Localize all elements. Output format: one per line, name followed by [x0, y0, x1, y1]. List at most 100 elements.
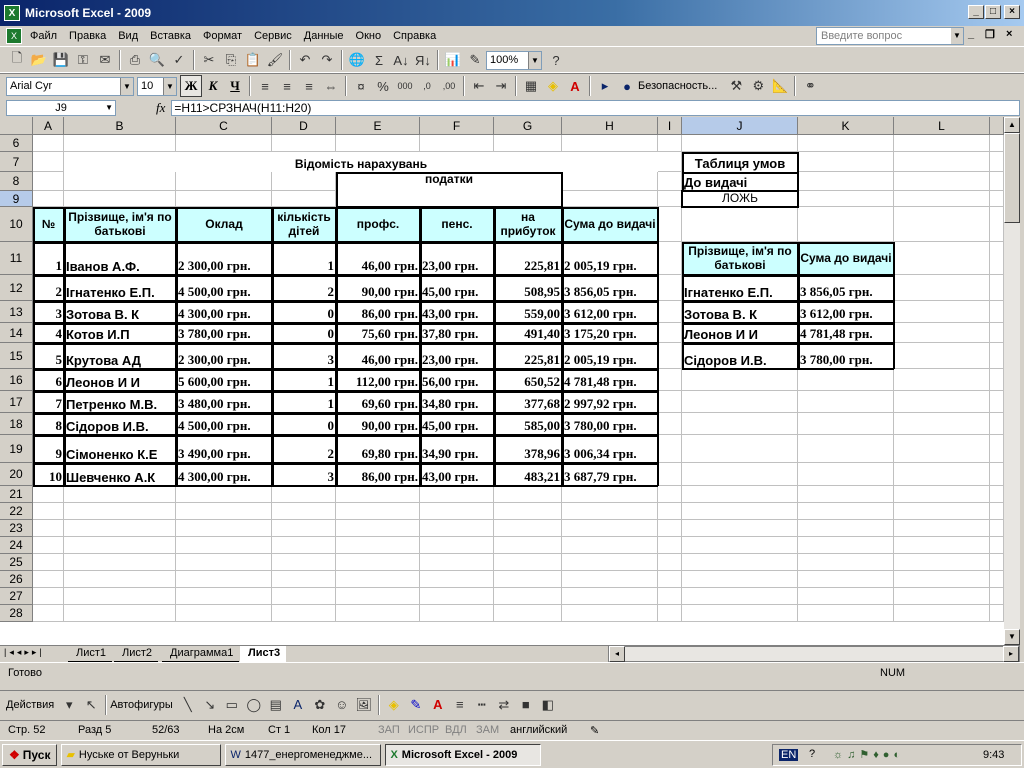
security-button[interactable]: Безопасность... [638, 80, 717, 92]
rectangle-icon[interactable]: ▭ [221, 694, 243, 716]
align-center-icon[interactable]: ≡ [276, 75, 298, 97]
grid-cell[interactable] [33, 172, 64, 191]
grid-cell[interactable] [658, 588, 682, 605]
grid-cell[interactable] [420, 537, 494, 554]
grid-cell[interactable] [494, 537, 562, 554]
workbook-icon[interactable]: X [6, 28, 22, 44]
grid-cell[interactable] [894, 435, 990, 463]
row-header-12[interactable]: 12 [0, 275, 33, 301]
row-header-19[interactable]: 19 [0, 435, 33, 463]
oval-icon[interactable]: ◯ [243, 694, 265, 716]
column-header-c[interactable]: C [176, 117, 272, 135]
arrow-icon[interactable]: ↘ [199, 694, 221, 716]
grid-cell[interactable] [176, 172, 272, 191]
tools-icon[interactable]: ⚙ [747, 75, 769, 97]
grid-cell[interactable] [420, 605, 494, 622]
grid-cell[interactable] [894, 571, 990, 588]
actions-menu[interactable]: Действия [6, 699, 54, 711]
help-icon[interactable]: ? [545, 49, 567, 71]
row-header-21[interactable]: 21 [0, 486, 33, 503]
grid-cell[interactable] [176, 135, 272, 152]
grid-cell[interactable] [420, 486, 494, 503]
grid-cell[interactable] [562, 503, 658, 520]
grid-cell[interactable] [894, 554, 990, 571]
column-header-l[interactable]: L [894, 117, 990, 135]
row-header-20[interactable]: 20 [0, 463, 33, 486]
thousands-icon[interactable]: 000 [394, 75, 416, 97]
clipart-icon[interactable]: ☺ [331, 694, 353, 716]
grid-cell[interactable] [272, 605, 336, 622]
underline-button[interactable]: Ч [224, 75, 246, 97]
row-header-7[interactable]: 7 [0, 152, 33, 172]
grid-cell[interactable] [420, 503, 494, 520]
fill-color-icon[interactable]: ◈ [383, 694, 405, 716]
menu-view[interactable]: Вид [112, 30, 144, 42]
align-right-icon[interactable]: ≡ [298, 75, 320, 97]
grid-cell[interactable] [336, 554, 420, 571]
scroll-left-icon[interactable]: ◂ [609, 646, 625, 662]
menu-edit[interactable]: Правка [63, 30, 112, 42]
print-icon[interactable]: ⎙ [124, 49, 146, 71]
grid-cell[interactable] [176, 486, 272, 503]
grid-cell[interactable] [798, 191, 894, 207]
grid-cell[interactable] [272, 503, 336, 520]
grid-cell[interactable] [798, 554, 894, 571]
grid-cell[interactable] [990, 172, 1004, 191]
grid-cell[interactable] [990, 537, 1004, 554]
grid-cell[interactable] [64, 605, 176, 622]
row-header-11[interactable]: 11 [0, 242, 33, 275]
currency-icon[interactable]: ¤ [350, 75, 372, 97]
horizontal-scrollbar[interactable]: ◂ ▸ [608, 646, 1020, 662]
run-macro-icon[interactable]: ▸ [594, 75, 616, 97]
grid-cell[interactable] [33, 520, 64, 537]
grid-cell[interactable] [33, 571, 64, 588]
language-indicator[interactable]: EN [779, 749, 799, 761]
grid-cell[interactable] [990, 520, 1004, 537]
grid-cell[interactable] [894, 588, 990, 605]
row-header-15[interactable]: 15 [0, 343, 33, 369]
save-icon[interactable]: 💾 [50, 49, 72, 71]
grid-cell[interactable] [494, 486, 562, 503]
grid-cell[interactable] [658, 135, 682, 152]
grid-cell[interactable] [990, 503, 1004, 520]
grid-cell[interactable] [990, 191, 1004, 207]
grid-cell[interactable] [64, 486, 176, 503]
row-header-17[interactable]: 17 [0, 391, 33, 413]
scroll-right-icon[interactable]: ▸ [1003, 646, 1019, 662]
column-header-a[interactable]: A [33, 117, 64, 135]
grid-cell[interactable] [990, 554, 1004, 571]
grid-cell[interactable] [682, 605, 798, 622]
grid-cell[interactable] [894, 605, 990, 622]
grid-cell[interactable] [894, 242, 990, 275]
grid-cell[interactable] [33, 135, 64, 152]
grid-cell[interactable] [798, 152, 894, 172]
grid-cell[interactable] [658, 323, 682, 343]
grid-cell[interactable] [798, 369, 894, 391]
grid-cell[interactable] [658, 191, 682, 207]
copy-icon[interactable]: ⎘ [220, 49, 242, 71]
grid-cell[interactable] [798, 605, 894, 622]
grid-cell[interactable] [990, 486, 1004, 503]
grid-cell[interactable] [682, 520, 798, 537]
line-icon[interactable]: ╲ [177, 694, 199, 716]
grid-cell[interactable] [64, 520, 176, 537]
grid-cell[interactable] [990, 343, 1004, 369]
textbox-icon[interactable]: ▤ [265, 694, 287, 716]
tab-sheet3[interactable]: Лист3 [240, 646, 287, 662]
task-word[interactable]: W 1477_енергоменеджме... [225, 743, 382, 766]
row-header-10[interactable]: 10 [0, 207, 33, 242]
hyperlink-icon[interactable]: 🌐 [346, 49, 368, 71]
spreadsheet-grid[interactable]: A B C D E F G H I J K L 6 7 8 9 10 11 12 13 14 15 16 17 18 19 20 21… [0, 117, 1004, 645]
grid-cell[interactable] [33, 588, 64, 605]
doc-close-button[interactable]: × [1006, 28, 1012, 40]
grid-cell[interactable] [272, 486, 336, 503]
grid-cell[interactable] [798, 463, 894, 486]
grid-cell[interactable] [798, 207, 894, 242]
link-icon[interactable]: ⚭ [799, 75, 821, 97]
grid-cell[interactable] [990, 301, 1004, 323]
merge-center-icon[interactable]: ⇔ [320, 75, 342, 97]
grid-cell[interactable] [272, 571, 336, 588]
align-left-icon[interactable]: ≡ [254, 75, 276, 97]
doc-restore-button[interactable]: ❐ [985, 28, 995, 41]
grid-cell[interactable] [494, 605, 562, 622]
